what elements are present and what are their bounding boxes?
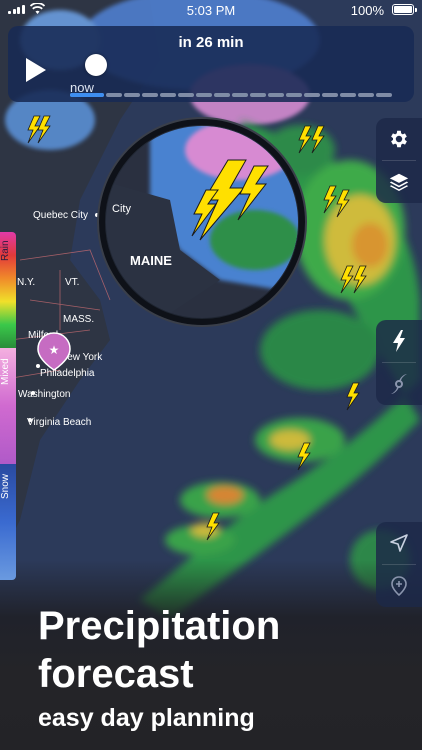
settings-button[interactable] (376, 118, 422, 160)
timeline-segment (142, 93, 158, 97)
timeline-segment (250, 93, 266, 97)
gear-icon (391, 130, 407, 148)
forecast-timeline: in 26 min now (8, 26, 414, 102)
map-controls-middle (376, 320, 422, 405)
promo-subline: easy day planning (38, 704, 255, 732)
timeline-segment (160, 93, 176, 97)
timeline-scrubber[interactable] (85, 54, 107, 76)
timeline-segment (286, 93, 302, 97)
timeline-now-label: now (70, 80, 94, 95)
city-label-philadelphia: Philadelphia (40, 368, 95, 379)
state-label-ny: N.Y. (17, 277, 35, 288)
star-icon: ★ (49, 343, 60, 357)
timeline-segment (304, 93, 320, 97)
legend-mixed-label: Mixed (0, 358, 11, 386)
layers-button[interactable] (376, 161, 422, 203)
city-label-virginia-beach: Virginia Beach (27, 417, 91, 428)
battery-icon (392, 4, 417, 15)
timeline-segment (358, 93, 374, 97)
location-arrow-icon (390, 534, 408, 552)
hurricane-icon (391, 374, 407, 394)
map-controls-bottom (376, 522, 422, 607)
map-controls-top (376, 118, 422, 203)
timeline-segment (322, 93, 338, 97)
lens-label-maine: MAINE (130, 253, 172, 268)
timeline-segment (196, 93, 212, 97)
timeline-segment (124, 93, 140, 97)
state-label-mass: MASS. (63, 314, 94, 325)
legend-snow-label: Snow (0, 473, 11, 499)
city-label-quebec: Quebec City (33, 210, 88, 221)
city-label-washington: Washington (18, 389, 70, 400)
play-icon[interactable] (24, 57, 48, 83)
add-location-icon (391, 576, 407, 597)
lens-label-city: City (112, 203, 131, 215)
status-bar: 5:03 PM 100% (0, 0, 422, 20)
precipitation-legend: Rain Mixed Snow (0, 232, 16, 580)
timeline-segment (232, 93, 248, 97)
battery-percentage: 100% (350, 3, 384, 18)
layers-icon (389, 173, 409, 191)
timeline-segment (214, 93, 230, 97)
timeline-segment (106, 93, 122, 97)
add-location-button[interactable] (376, 565, 422, 607)
timeline-segment (340, 93, 356, 97)
state-label-vt: VT. (65, 277, 79, 288)
timeline-segment (376, 93, 392, 97)
promo-headline: Precipitation forecast (38, 604, 281, 696)
timeline-label: in 26 min (178, 34, 244, 51)
my-location-button[interactable] (376, 522, 422, 564)
timeline-segment (178, 93, 194, 97)
lightning-layer-button[interactable] (376, 320, 422, 362)
hurricane-layer-button[interactable] (376, 363, 422, 405)
timeline-segment (268, 93, 284, 97)
legend-rain-label: Rain (0, 240, 11, 262)
lightning-icon (393, 330, 405, 352)
timeline-track[interactable] (70, 93, 408, 97)
